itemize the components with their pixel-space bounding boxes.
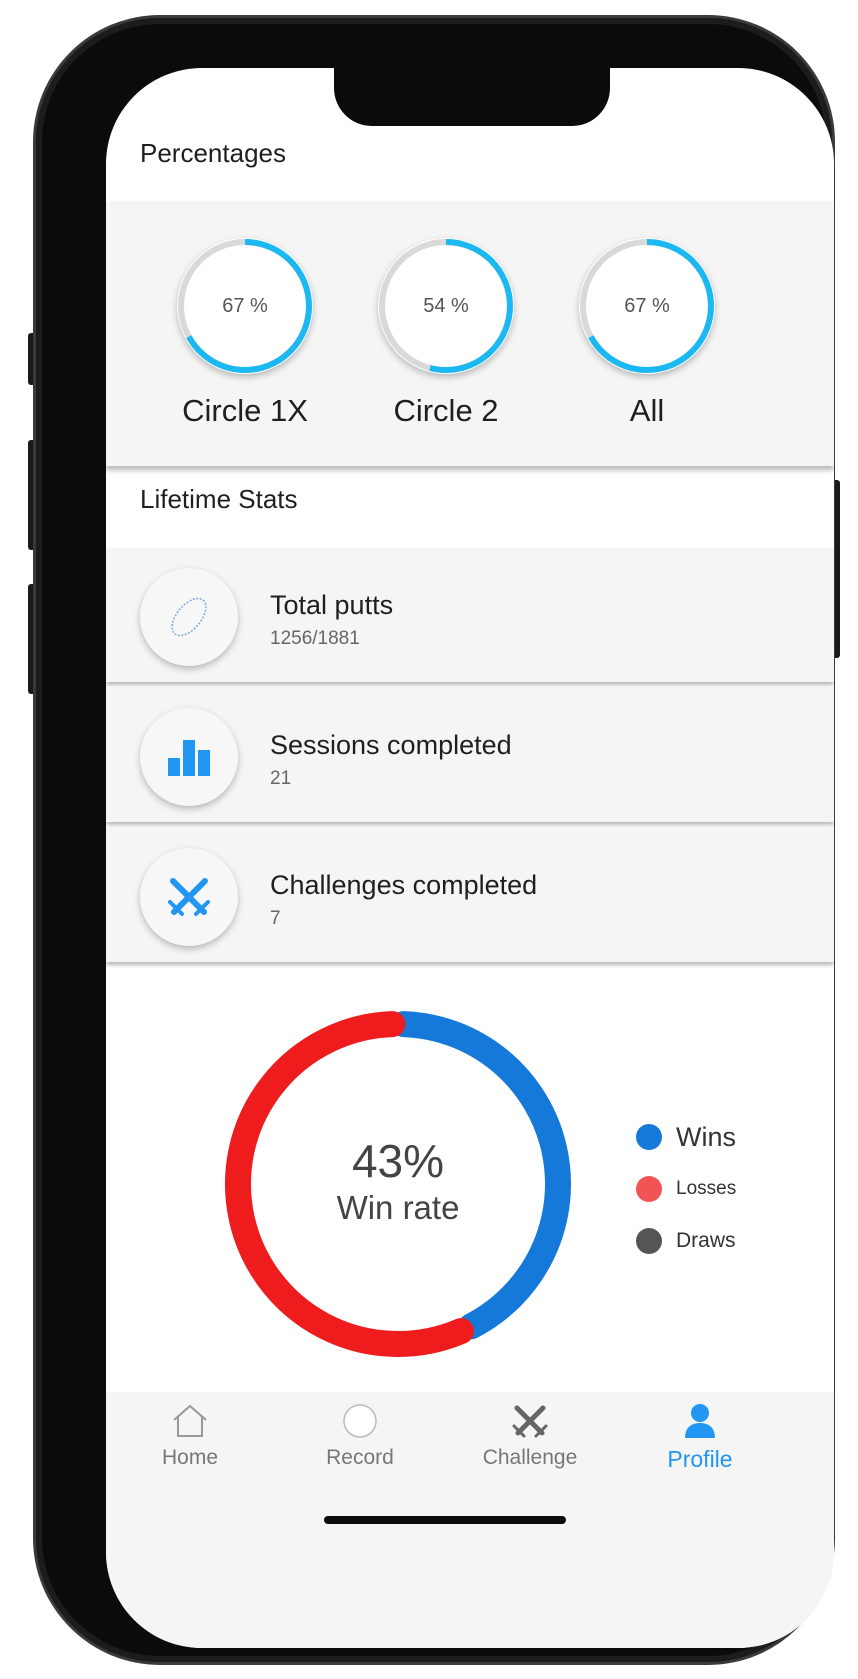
gauge-circle-1x: 67 % [171, 232, 319, 380]
notch [334, 68, 610, 126]
nav-label: Challenge [482, 1446, 578, 1469]
home-icon [173, 1404, 207, 1437]
gauge-label-circle-1x: Circle 1X [182, 393, 308, 428]
legend-dot-wins [636, 1124, 662, 1150]
stat-value: 21 [270, 768, 292, 789]
lifetime-stats-title: Lifetime Stats [140, 484, 298, 514]
nav-item-record[interactable]: Record [280, 1402, 440, 1492]
person-icon [685, 1404, 715, 1438]
stat-title: Total putts [270, 590, 394, 620]
gauge-value: 67 % [222, 295, 268, 317]
gauge-value: 54 % [423, 295, 469, 317]
stat-title: Sessions completed [270, 730, 512, 760]
phone-frame: Percentages 67 % Circle 1X 54 % Circle 2… [36, 18, 834, 1662]
legend-item-losses: Losses [636, 1174, 736, 1204]
stat-row-total-putts[interactable]: Total putts 1256/1881 [106, 548, 834, 682]
record-icon [343, 1404, 377, 1438]
nav-label: Home [161, 1446, 219, 1469]
stat-value: 7 [270, 908, 281, 929]
home-indicator [324, 1516, 566, 1524]
legend-label: Draws [676, 1229, 736, 1252]
stat-icon-container [140, 708, 238, 806]
stat-title: Challenges completed [270, 870, 538, 900]
legend-dot-losses [636, 1176, 662, 1202]
gauge-circle-2: 54 % [372, 232, 520, 380]
winrate-center: 43% Win rate [202, 1136, 594, 1230]
crossed-swords-icon [512, 1405, 548, 1438]
legend-item-draws: Draws [636, 1226, 736, 1256]
stat-row-challenges-completed[interactable]: Challenges completed 7 [106, 828, 834, 962]
winrate-percent: 43% [351, 1135, 445, 1187]
legend-label: Wins [676, 1121, 736, 1152]
legend-item-wins: Wins [636, 1122, 736, 1152]
nav-item-profile[interactable]: Profile [620, 1402, 780, 1492]
stat-icon-container [140, 848, 238, 946]
crossed-swords-icon [168, 878, 210, 916]
gauge-label-circle-2: Circle 2 [393, 393, 499, 428]
gauge-value: 67 % [624, 295, 670, 317]
nav-label: Record [326, 1446, 394, 1469]
nav-item-home[interactable]: Home [110, 1402, 270, 1492]
stat-value: 1256/1881 [270, 628, 360, 649]
winrate-label: Win rate [336, 1189, 460, 1226]
legend-label: Losses [676, 1178, 737, 1199]
bar-chart-icon [168, 740, 210, 776]
nav-item-challenge[interactable]: Challenge [450, 1402, 610, 1492]
putt-ball-icon [171, 597, 207, 637]
percentages-card: 67 % Circle 1X 54 % Circle 2 67 % All [106, 201, 834, 466]
percentages-title: Percentages [140, 138, 286, 168]
gauge-all: 67 % [573, 232, 721, 380]
app-screen: Percentages 67 % Circle 1X 54 % Circle 2… [106, 68, 834, 1648]
stat-row-sessions-completed[interactable]: Sessions completed 21 [106, 688, 834, 822]
gauge-label-all: All [629, 393, 665, 428]
stat-icon-container [140, 568, 238, 666]
nav-label: Profile [667, 1446, 733, 1472]
legend-dot-draws [636, 1228, 662, 1254]
